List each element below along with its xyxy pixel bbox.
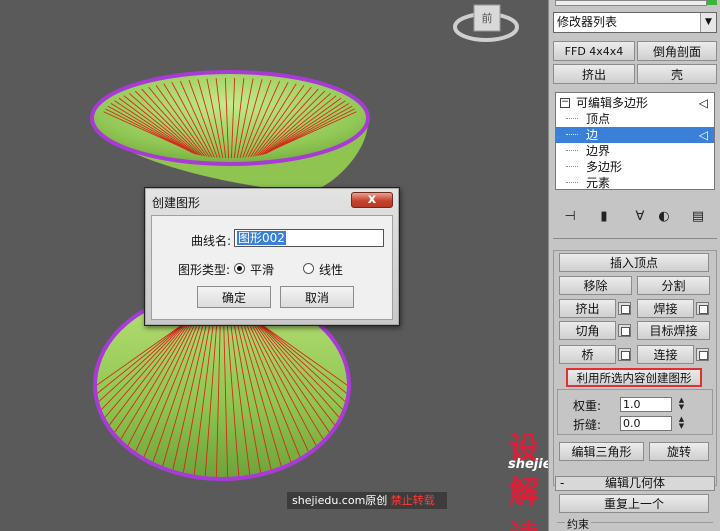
stack-root-label: 可编辑多边形 <box>576 96 649 110</box>
extrude-button[interactable]: 挤出 <box>559 299 616 318</box>
edit-geometry-title: 编辑几何体 <box>604 476 665 490</box>
radio-smooth[interactable] <box>234 263 245 274</box>
weight-label: 权重: <box>573 399 602 413</box>
shape-type-label: 图形类型: <box>178 263 231 277</box>
close-button[interactable]: x <box>351 192 393 208</box>
stack-item-label: 边界 <box>586 144 611 158</box>
ffd-button[interactable]: FFD 4x4x4 <box>553 41 635 61</box>
stack-item-label: 顶点 <box>586 112 611 126</box>
curve-name-label: 曲线名: <box>191 234 232 248</box>
chevron-down-icon[interactable]: ▼ <box>700 13 716 32</box>
show-end-result-icon[interactable]: ▮ <box>595 206 613 228</box>
chamfer-button[interactable]: 切角 <box>559 321 616 340</box>
triangle-icon: ◁ <box>698 96 708 110</box>
constraints-label: 约束 <box>565 516 591 531</box>
triangle-icon: ◁ <box>698 128 708 142</box>
close-icon: x <box>367 192 377 207</box>
stack-item-vertex[interactable]: 顶点 <box>556 111 714 127</box>
curve-name-input[interactable]: 图形002 <box>234 229 384 247</box>
modifier-list-label: 修改器列表 <box>557 15 618 29</box>
target-weld-button[interactable]: 目标焊接 <box>637 321 710 340</box>
split-button[interactable]: 分割 <box>637 276 710 295</box>
stack-item-label: 多边形 <box>586 160 623 174</box>
modifier-stack[interactable]: − 可编辑多边形 ◁ 顶点 边 ◁ 边界 多边形 元素 <box>555 92 715 190</box>
extrude-settings-icon[interactable] <box>618 302 631 315</box>
remove-button[interactable]: 移除 <box>559 276 632 295</box>
connect-button[interactable]: 连接 <box>637 345 694 364</box>
credit-original: 原创 <box>365 494 388 507</box>
weld-button[interactable]: 焊接 <box>637 299 694 318</box>
stack-item-border[interactable]: 边界 <box>556 143 714 159</box>
panel-top-field <box>555 0 707 6</box>
stack-root[interactable]: − 可编辑多边形 ◁ <box>556 95 714 111</box>
crease-spinner[interactable]: ▲ ▼ <box>676 416 687 431</box>
crease-label: 折缝: <box>573 418 602 432</box>
watermark-credit: shejiedu.com原创 禁止转载 <box>287 492 447 509</box>
stack-item-polygon[interactable]: 多边形 <box>556 159 714 175</box>
remove-modifier-icon[interactable]: ◐ <box>655 206 673 228</box>
modifier-list-dropdown[interactable]: 修改器列表 ▼ <box>553 12 717 33</box>
configure-sets-icon[interactable]: ▤ <box>689 206 707 228</box>
linear-option-label[interactable]: 线性 <box>319 261 343 278</box>
chamfer-settings-icon[interactable] <box>618 324 631 337</box>
watermark-logo-text: 设解读 <box>509 431 539 531</box>
crease-input[interactable]: 0.0 <box>620 416 672 431</box>
smooth-option-label[interactable]: 平滑 <box>250 261 274 278</box>
radio-linear[interactable] <box>303 263 314 274</box>
create-shape-dialog: 创建图形 x 曲线名: 图形002 图形类型: 平滑 线性 确定 取消 <box>144 187 400 326</box>
dialog-body: 曲线名: 图形002 图形类型: 平滑 线性 确定 取消 <box>151 215 393 320</box>
constraints-group: 约束 <box>557 516 713 531</box>
edit-geometry-rollout-header[interactable]: - 编辑几何体 <box>555 476 715 491</box>
modify-panel: 修改器列表 ▼ FFD 4x4x4 倒角剖面 挤出 壳 − 可编辑多边形 ◁ 顶… <box>548 0 720 531</box>
insert-vertex-button[interactable]: 插入顶点 <box>559 253 709 272</box>
panel-divider <box>553 238 717 239</box>
bridge-settings-icon[interactable] <box>618 348 631 361</box>
stack-item-element[interactable]: 元素 <box>556 175 714 190</box>
stack-item-edge[interactable]: 边 ◁ <box>556 127 714 143</box>
watermark-logo: 设解读 <box>509 423 548 531</box>
repeat-last-button[interactable]: 重复上一个 <box>559 494 709 513</box>
dialog-titlebar[interactable]: 创建图形 x <box>145 188 399 214</box>
bridge-button[interactable]: 桥 <box>559 345 616 364</box>
connect-settings-icon[interactable] <box>696 348 709 361</box>
create-shape-from-selection-button[interactable]: 利用所选内容创建图形 <box>566 368 702 387</box>
collapse-icon[interactable]: − <box>560 98 570 108</box>
curve-name-value: 图形002 <box>237 231 286 245</box>
ok-button[interactable]: 确定 <box>197 286 271 308</box>
stack-item-label: 边 <box>586 128 599 142</box>
color-swatch[interactable] <box>707 0 717 5</box>
dialog-title: 创建图形 <box>152 196 201 210</box>
extrude-modifier-button[interactable]: 挤出 <box>553 64 635 84</box>
make-unique-icon[interactable]: ∀ <box>631 206 649 228</box>
stack-item-label: 元素 <box>586 176 611 190</box>
shell-button[interactable]: 壳 <box>637 64 717 84</box>
bevel-profile-button[interactable]: 倒角剖面 <box>637 41 717 61</box>
watermark-site: shejiedu.com <box>508 457 548 472</box>
credit-warning: 禁止转载 <box>390 494 435 507</box>
viewcube-label[interactable]: 前 <box>482 11 493 25</box>
weld-settings-icon[interactable] <box>696 302 709 315</box>
weight-spinner[interactable]: ▲ ▼ <box>676 397 687 412</box>
weight-input[interactable]: 1.0 <box>620 397 672 412</box>
edit-triangulation-button[interactable]: 编辑三角形 <box>559 442 644 461</box>
cancel-button[interactable]: 取消 <box>280 286 354 308</box>
pin-stack-icon[interactable]: ⊣ <box>561 206 579 228</box>
turn-button[interactable]: 旋转 <box>649 442 709 461</box>
credit-site: shejiedu.com <box>292 494 366 507</box>
